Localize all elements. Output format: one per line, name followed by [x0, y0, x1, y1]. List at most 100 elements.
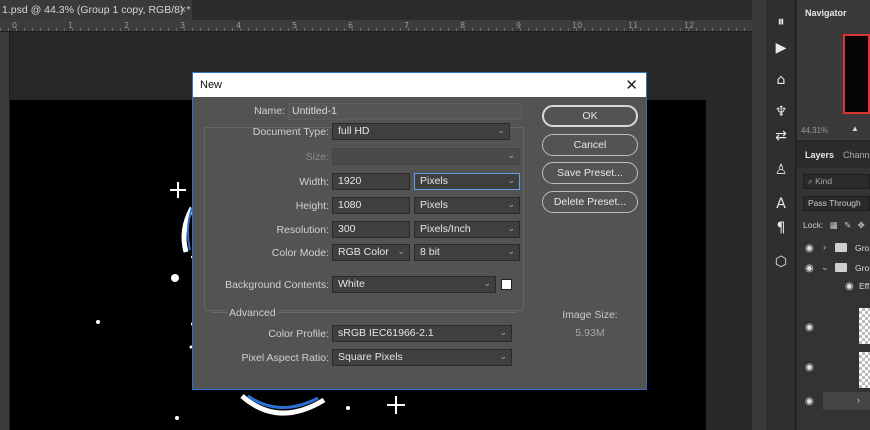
vertical-ruler[interactable] — [0, 32, 10, 430]
lock-pixels-icon[interactable]: ▦ — [830, 220, 838, 231]
close-icon[interactable]: ✕ — [625, 76, 638, 94]
clone-source-icon[interactable]: ♙ — [773, 162, 789, 178]
chevron-down-icon: ⌄ — [507, 200, 515, 210]
background-contents-select[interactable]: White ⌄ — [332, 276, 496, 293]
folder-icon — [835, 243, 847, 252]
color-mode-label: Color Mode: — [271, 247, 329, 259]
ruler-number: 12 — [684, 21, 695, 30]
document-type-select[interactable]: full HD ⌄ — [332, 123, 510, 140]
color-mode-select[interactable]: RGB Color ⌄ — [332, 244, 410, 261]
zoom-out-icon[interactable]: ▲ — [851, 124, 859, 133]
chevron-down-icon: ⌄ — [483, 279, 491, 289]
chevron-down-icon: ⌄ — [507, 151, 515, 161]
visibility-eye-icon[interactable]: ◉ — [805, 396, 814, 407]
resolution-input[interactable]: 300 — [332, 221, 410, 238]
dialog-body: Name: Untitled-1 Document Type: full HD ⌄… — [193, 97, 646, 389]
background-color-swatch[interactable] — [501, 279, 512, 290]
size-select[interactable]: ⌄ — [332, 148, 520, 165]
dialog-title-bar[interactable]: New ✕ — [193, 73, 646, 97]
lock-paint-icon[interactable]: ✎ — [844, 220, 851, 231]
chevron-down-icon[interactable]: ⌄ — [821, 262, 829, 273]
star-dot — [171, 274, 179, 282]
layer-filter-kind[interactable]: ⌕ Kind — [803, 174, 870, 189]
visibility-eye-icon[interactable]: ◉ — [805, 243, 814, 254]
chevron-right-icon[interactable]: › — [823, 242, 826, 252]
lock-label: Lock: — [803, 220, 824, 230]
chevron-down-icon: ⌄ — [507, 176, 515, 186]
navigator-zoom[interactable]: 44.31% — [801, 126, 828, 135]
layer-thumbnail[interactable] — [859, 308, 870, 344]
ruler-number: 1 — [68, 21, 74, 30]
tab-layers[interactable]: Layers — [805, 150, 834, 160]
color-profile-label: Color Profile: — [268, 328, 329, 340]
navigator-tab[interactable]: Navigator — [805, 8, 847, 18]
width-unit-select[interactable]: Pixels ⌄ — [414, 173, 520, 190]
chevron-down-icon: ⌄ — [499, 352, 507, 362]
kind-label: Kind — [815, 176, 833, 186]
visibility-eye-icon[interactable]: ◉ — [805, 362, 814, 373]
navigator-thumbnail[interactable] — [843, 34, 870, 114]
tab-strip — [192, 0, 752, 20]
paragraph-icon[interactable]: ¶ — [773, 220, 789, 236]
cancel-button[interactable]: Cancel — [542, 134, 638, 156]
ruler-number: 7 — [404, 21, 410, 30]
blend-mode-select[interactable]: Pass Through — [803, 196, 870, 211]
sparkle-shape — [387, 396, 405, 414]
horizontal-ruler[interactable]: 0 1 2 3 4 5 6 7 8 9 10 11 12 — [0, 20, 752, 32]
close-tab-icon[interactable]: × — [180, 0, 186, 20]
layer-name: Gro — [855, 243, 870, 253]
folder-icon — [835, 263, 847, 272]
layer-row-selected[interactable]: › — [823, 392, 870, 410]
pixel-aspect-value: Square Pixels — [338, 351, 403, 363]
save-preset-button[interactable]: Save Preset... — [542, 162, 638, 184]
brush-icon[interactable]: ♆ — [773, 104, 789, 120]
document-tab[interactable]: 1.psd @ 44.3% (Group 1 copy, RGB/8) * × — [0, 0, 192, 20]
advanced-heading[interactable]: Advanced — [227, 307, 278, 319]
pixel-aspect-select[interactable]: Square Pixels ⌄ — [332, 349, 512, 366]
width-unit-value: Pixels — [420, 175, 449, 187]
resolution-unit-select[interactable]: Pixels/Inch ⌄ — [414, 221, 520, 238]
star-dot — [175, 416, 179, 420]
libraries-icon[interactable]: ⌂ — [773, 72, 789, 88]
lock-position-icon[interactable]: ✥ — [858, 220, 865, 231]
layer-thumbnail[interactable] — [859, 352, 870, 388]
tab-channels[interactable]: Channe — [843, 150, 870, 160]
layer-row[interactable]: ◉ Eff — [797, 276, 870, 298]
height-label: Height: — [295, 200, 329, 212]
image-size-label: Image Size: — [562, 309, 618, 321]
history-icon[interactable]: ⏸ — [773, 14, 789, 30]
adjustments-icon[interactable]: ⇄ — [773, 128, 789, 144]
new-document-dialog: New ✕ Name: Untitled-1 Document Type: fu… — [192, 72, 647, 390]
chevron-down-icon: ⌄ — [507, 224, 515, 234]
chevron-down-icon: ⌄ — [497, 126, 505, 136]
panel-collapse-strip[interactable] — [752, 0, 766, 430]
layer-row[interactable]: ◉ › Gro — [797, 238, 870, 260]
play-icon[interactable]: ▶ — [773, 40, 789, 56]
delete-preset-button[interactable]: Delete Preset... — [542, 191, 638, 213]
panel-icon-dock: ⏸ ▶ ⌂ ♆ ⇄ ♙ A ¶ ⬡ — [766, 0, 796, 430]
visibility-eye-icon[interactable]: ◉ — [805, 263, 814, 274]
background-contents-label: Background Contents: — [225, 279, 329, 291]
ruler-number: 6 — [348, 21, 354, 30]
color-profile-select[interactable]: sRGB IEC61966-2.1 ⌄ — [332, 325, 512, 342]
chevron-right-icon[interactable]: › — [857, 395, 860, 405]
visibility-eye-icon[interactable]: ◉ — [805, 322, 814, 333]
character-icon[interactable]: A — [773, 196, 789, 212]
star-dot — [96, 320, 100, 324]
visibility-eye-icon[interactable]: ◉ — [845, 281, 854, 292]
height-input[interactable]: 1080 — [332, 197, 410, 214]
lock-controls: Lock: ▦ ✎ ✥ — [803, 220, 865, 231]
3d-icon[interactable]: ⬡ — [773, 254, 789, 270]
document-type-value: full HD — [338, 125, 370, 137]
bit-depth-select[interactable]: 8 bit ⌄ — [414, 244, 520, 261]
sparkle-shape — [170, 182, 186, 198]
name-input[interactable]: Untitled-1 — [288, 103, 522, 120]
chevron-down-icon: ⌄ — [499, 328, 507, 338]
ok-button[interactable]: OK — [542, 105, 638, 127]
width-input[interactable]: 1920 — [332, 173, 410, 190]
bit-depth-value: 8 bit — [420, 246, 440, 258]
ruler-number: 0 — [12, 21, 18, 30]
height-unit-select[interactable]: Pixels ⌄ — [414, 197, 520, 214]
document-tab-title: 1.psd @ 44.3% (Group 1 copy, RGB/8) * — [2, 4, 191, 16]
ruler-number: 2 — [124, 21, 130, 30]
